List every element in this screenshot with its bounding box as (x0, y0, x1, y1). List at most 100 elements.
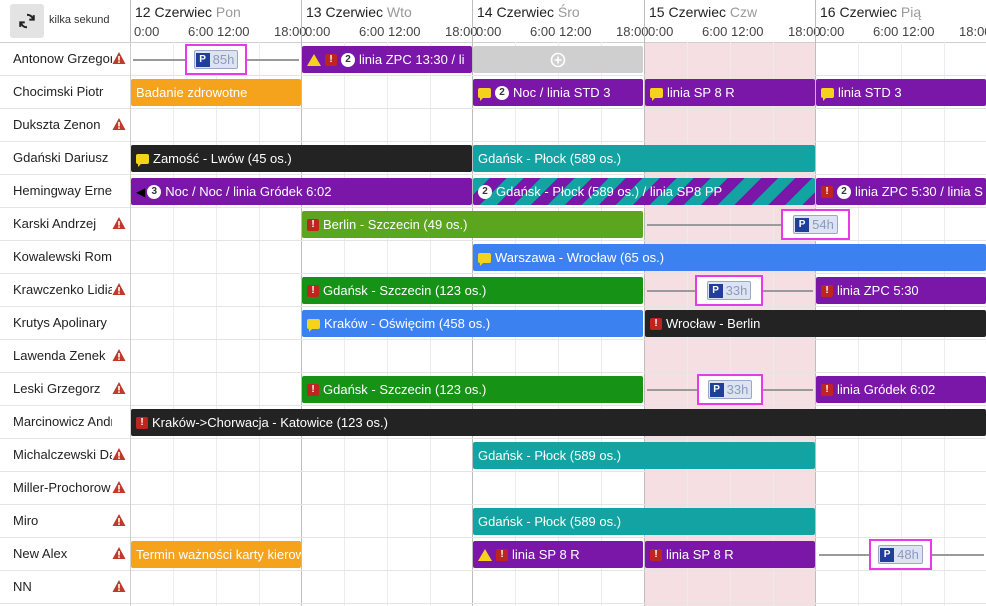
bar-label: Gdańsk - Szczecin (123 os.) (323, 382, 487, 397)
schedule-bar[interactable]: 2 Gdańsk - Płock (589 os.) / linia SP8 PP (473, 178, 815, 205)
parking-marker[interactable]: P 85h (185, 44, 247, 75)
schedule-bar[interactable]: ! linia SP 8 R (645, 541, 815, 568)
driver-row[interactable]: Kowalewski Roman (0, 241, 130, 274)
day-of-week: Pon (215, 4, 241, 20)
driver-row[interactable]: Miro (0, 505, 130, 538)
schedule-bar[interactable]: ! linia SP 8 R (473, 541, 643, 568)
driver-row[interactable]: Miller-Prochorow Maciej (0, 472, 130, 505)
row-divider (0, 504, 986, 505)
driver-name[interactable]: Krawczenko Lidia (13, 282, 112, 297)
schedule-bar[interactable]: ! Berlin - Szczecin (49 os.) (302, 211, 643, 238)
schedule-bar[interactable]: ! 2 linia ZPC 13:30 / li (302, 46, 472, 73)
schedule-bar[interactable]: Badanie zdrowotne (131, 79, 301, 106)
driver-name[interactable]: Krutys Apolinary (13, 315, 112, 330)
day-header: 14 Czerwiec Śro 0:00 6:00 12:00 18:00 (472, 0, 649, 42)
schedule-bar[interactable]: ! linia Gródek 6:02 (816, 376, 986, 403)
driver-row[interactable]: Karski Andrzej (0, 208, 130, 241)
driver-row[interactable]: Michalczewski Dariusz (0, 439, 130, 472)
schedule-bar[interactable]: Gdańsk - Płock (589 os.) (473, 508, 815, 535)
bar-label: linia SP 8 R (512, 547, 580, 562)
day-title: 13 Czerwiec Wto (306, 4, 412, 20)
schedule-bar[interactable]: Warszawa - Wrocław (65 os.) (473, 244, 986, 271)
driver-name[interactable]: NN (13, 579, 112, 594)
schedule-bar[interactable]: 2 Noc / linia STD 3 (473, 79, 643, 106)
row-divider (0, 207, 986, 208)
driver-row[interactable]: Marcinowicz Andrzej (0, 406, 130, 439)
parking-marker[interactable]: P 33h (697, 374, 763, 405)
hour-label: 18:00 (959, 24, 986, 39)
schedule-bar[interactable]: ! Kraków->Chorwacja - Katowice (123 os.) (131, 409, 986, 436)
parking-hours: 54h (812, 217, 834, 232)
driver-row[interactable]: Leski Grzegorz (0, 373, 130, 406)
parking-marker[interactable]: P 54h (781, 209, 850, 240)
driver-row[interactable]: Krawczenko Lidia (0, 274, 130, 307)
driver-name[interactable]: Kowalewski Roman (13, 249, 112, 264)
driver-row[interactable]: New Alex (0, 538, 130, 571)
day-date: 13 Czerwiec (306, 4, 384, 20)
schedule-bar[interactable]: ! Wrocław - Berlin (645, 310, 986, 337)
day-of-week: Czw (729, 4, 758, 20)
row-divider (0, 372, 986, 373)
driver-name[interactable]: Chocimski Piotr (13, 84, 112, 99)
driver-row[interactable]: Krutys Apolinary (0, 307, 130, 340)
driver-row[interactable]: Chocimski Piotr (0, 76, 130, 109)
schedule-bar[interactable]: Termin ważności karty kierowcy (131, 541, 301, 568)
driver-name[interactable]: Dukszta Zenon (13, 117, 112, 132)
driver-name[interactable]: Antonow Grzegorz (13, 51, 112, 66)
driver-name[interactable]: Michalczewski Dariusz (13, 447, 112, 462)
driver-row[interactable]: NN (0, 571, 130, 604)
bar-label: Noc / Noc / linia Gródek 6:02 (165, 184, 332, 199)
bar-label: Kraków->Chorwacja - Katowice (123 os.) (152, 415, 388, 430)
schedule-bar[interactable]: linia STD 3 (816, 79, 986, 106)
driver-row[interactable]: Dukszta Zenon (0, 109, 130, 142)
schedule-bar[interactable]: ! linia ZPC 5:30 (816, 277, 986, 304)
alert-icon: ! (650, 548, 662, 561)
hour-label: 0:00 (819, 24, 845, 39)
driver-name[interactable]: New Alex (13, 546, 112, 561)
hour-label: 6:00 (359, 24, 385, 39)
bar-label: Gdańsk - Płock (589 os.) (478, 151, 622, 166)
row-divider (0, 339, 986, 340)
driver-name[interactable]: Lawenda Zenek (13, 348, 112, 363)
schedule-bar[interactable]: Gdańsk - Płock (589 os.) (473, 442, 815, 469)
schedule-bar[interactable]: linia SP 8 R (645, 79, 815, 106)
driver-row[interactable]: Antonow Grzegorz (0, 43, 130, 76)
message-icon (136, 153, 149, 167)
schedule-bar[interactable]: Gdańsk - Płock (589 os.) (473, 145, 815, 172)
warning-icon (112, 217, 126, 229)
schedule-bar[interactable]: ! Gdańsk - Szczecin (123 os.) (302, 376, 643, 403)
driver-name[interactable]: Leski Grzegorz (13, 381, 112, 396)
driver-name[interactable]: Miller-Prochorow Maciej (13, 480, 112, 495)
driver-name[interactable]: Hemingway Ernest (13, 183, 112, 198)
schedule-bar[interactable]: Zamość - Lwów (45 os.) (131, 145, 472, 172)
grid-line (259, 42, 260, 606)
row-divider (0, 141, 986, 142)
hour-label: 0:00 (648, 24, 674, 39)
hour-label: 0:00 (134, 24, 160, 39)
parking-marker[interactable]: P 33h (695, 275, 763, 306)
bar-label: Gdańsk - Płock (589 os.) (478, 448, 622, 463)
hour-label: 6:00 (702, 24, 728, 39)
driver-row[interactable]: Gdański Dariusz (0, 142, 130, 175)
warning-icon (112, 547, 126, 559)
schedule-bar[interactable]: ! Gdańsk - Szczecin (123 os.) (302, 277, 643, 304)
driver-row[interactable]: Hemingway Ernest (0, 175, 130, 208)
driver-name[interactable]: Miro (13, 513, 112, 528)
schedule-bar[interactable]: ! 2 linia ZPC 5:30 / linia S (816, 178, 986, 205)
refresh-button[interactable] (10, 4, 44, 38)
driver-name[interactable]: Karski Andrzej (13, 216, 112, 231)
arrow-left-icon: ◀ (136, 184, 146, 199)
hour-label: 12:00 (902, 24, 935, 39)
parking-hours: 33h (725, 283, 748, 298)
schedule-bar[interactable]: Kraków - Oświęcim (458 os.) (302, 310, 643, 337)
parking-marker[interactable]: P 48h (869, 539, 932, 570)
schedule-bar[interactable]: ◀ 3 Noc / Noc / linia Gródek 6:02 (131, 178, 472, 205)
grid-line (173, 42, 174, 606)
driver-name[interactable]: Gdański Dariusz (13, 150, 112, 165)
day-title: 16 Czerwiec Pią (820, 4, 921, 20)
names-divider (130, 42, 131, 606)
driver-row[interactable]: Lawenda Zenek (0, 340, 130, 373)
add-slot-button[interactable] (473, 46, 643, 73)
driver-name[interactable]: Marcinowicz Andrzej (13, 414, 112, 429)
parking-hours: 48h (897, 547, 919, 562)
